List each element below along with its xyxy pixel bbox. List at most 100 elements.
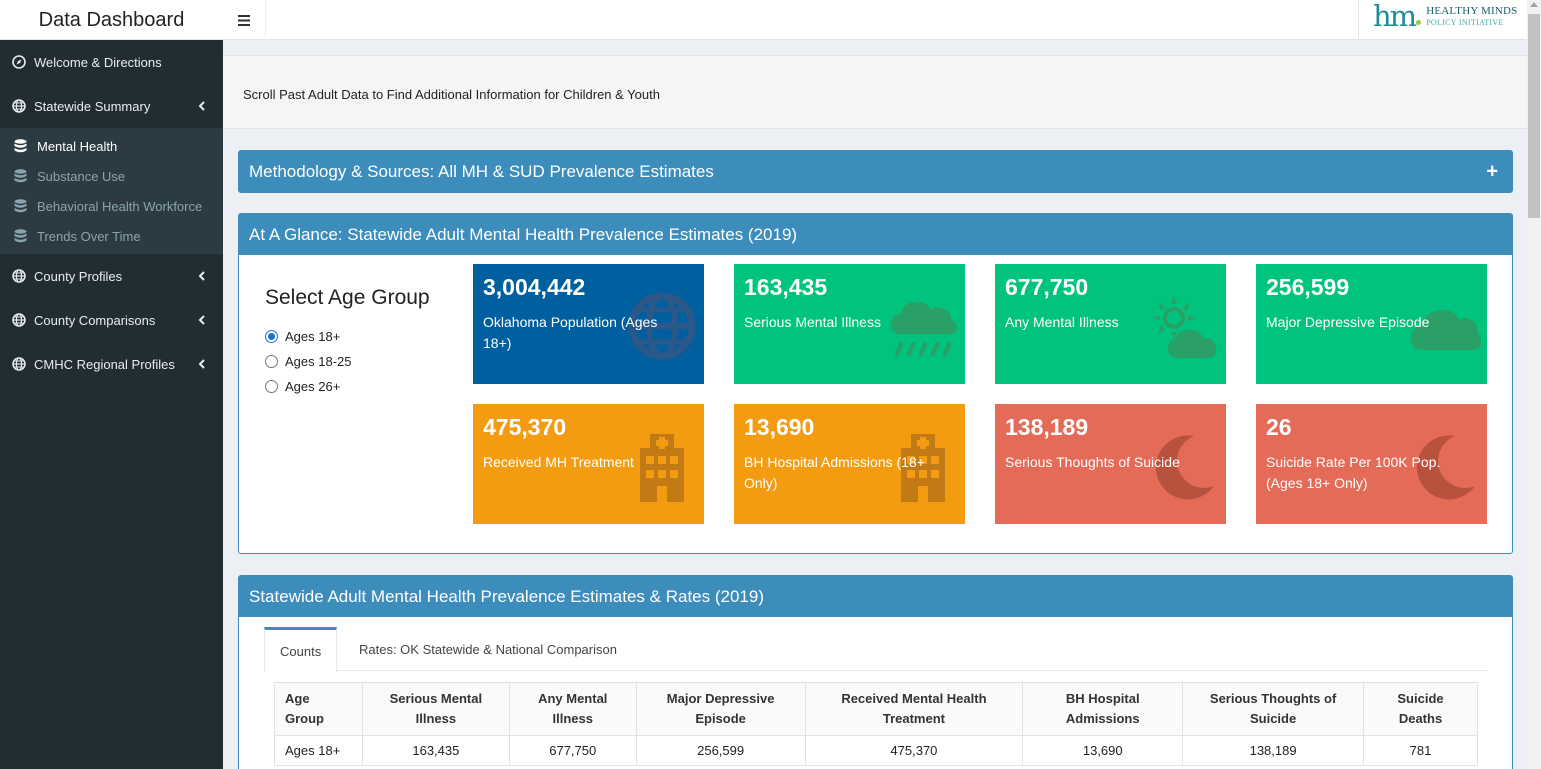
value-box-serious-thoughts-suicide: 138,189 Serious Thoughts of Suicide — [995, 404, 1226, 524]
scroll-up-arrow-icon[interactable] — [1530, 2, 1538, 7]
globe-icon — [12, 357, 26, 371]
top-header: Data Dashboard hm HEALTHY MINDS POLICY I… — [0, 0, 1527, 40]
at-a-glance-box: At A Glance: Statewide Adult Mental Heal… — [238, 213, 1513, 554]
value-box-number: 138,189 — [1005, 414, 1089, 440]
value-box-label: Any Mental Illness — [1005, 314, 1119, 330]
radio-button[interactable] — [265, 355, 278, 368]
at-a-glance-title: At A Glance: Statewide Adult Mental Heal… — [249, 224, 798, 244]
column-header[interactable]: BH Hospital Admissions — [1022, 682, 1184, 736]
table-cell: 138,189 — [1182, 735, 1365, 766]
sidebar-item-mental-health[interactable]: Mental Health — [0, 131, 223, 161]
methodology-header[interactable]: Methodology & Sources: All MH & SUD Prev… — [239, 151, 1512, 192]
value-box-label: Received MH Treatment — [483, 454, 634, 470]
sidebar-item-county-comparisons[interactable]: County Comparisons — [0, 298, 223, 342]
value-box-major-depressive-episode: 256,599 Major Depressive Episode — [1256, 264, 1487, 384]
value-box-received-mh-treatment: 475,370 Received MH Treatment — [473, 404, 704, 524]
statewide-summary-submenu: Mental Health Substance Use Behavioral H… — [0, 128, 223, 254]
globe-icon — [12, 313, 26, 327]
radio-button[interactable] — [265, 380, 278, 393]
column-header[interactable]: Serious Thoughts of Suicide — [1182, 682, 1365, 736]
value-box-label: Serious Mental Illness — [744, 314, 881, 330]
estimates-header: Statewide Adult Mental Health Prevalence… — [239, 576, 1512, 617]
age-option-label: Ages 18+ — [285, 329, 341, 344]
estimates-box: Statewide Adult Mental Health Prevalence… — [238, 575, 1513, 769]
methodology-title: Methodology & Sources: All MH & SUD Prev… — [249, 161, 714, 181]
value-box-number: 677,750 — [1005, 274, 1089, 300]
value-box-any-mental-illness: 677,750 Any Mental Illness — [995, 264, 1226, 384]
tab-rates[interactable]: Rates: OK Statewide & National Compariso… — [359, 627, 617, 671]
age-option-18plus[interactable]: Ages 18+ — [265, 324, 430, 349]
notice-banner: Scroll Past Adult Data to Find Additiona… — [223, 55, 1527, 129]
globe-icon — [12, 269, 26, 283]
sidebar-item-label: County Profiles — [34, 268, 123, 284]
main-content: Scroll Past Adult Data to Find Additiona… — [223, 40, 1527, 769]
estimates-table-wrap: Age Group Serious Mental Illness Any Men… — [274, 682, 1478, 766]
chevron-left-icon — [198, 271, 205, 281]
logo-line2: POLICY INITIATIVE — [1426, 17, 1504, 27]
column-header[interactable]: Any Mental Illness — [508, 682, 637, 736]
compass-icon — [12, 55, 26, 69]
column-header[interactable]: Received Mental Health Treatment — [804, 682, 1024, 736]
value-box-label: Major Depressive Episode — [1266, 314, 1430, 330]
table-cell: 256,599 — [635, 735, 806, 766]
at-a-glance-header: At A Glance: Statewide Adult Mental Heal… — [239, 214, 1512, 255]
healthy-minds-logo[interactable]: hm HEALTHY MINDS POLICY INITIATIVE — [1358, 0, 1527, 40]
table-row: Ages 18+ 163,435 677,750 256,599 475,370… — [274, 735, 1478, 766]
value-box-label: Suicide Rate Per 100K Pop. (Ages 18+ Onl… — [1266, 454, 1441, 491]
value-box-number: 3,004,442 — [483, 274, 586, 300]
sidebar-item-trends[interactable]: Trends Over Time — [0, 221, 223, 251]
column-header[interactable]: Suicide Deaths — [1363, 682, 1478, 736]
value-box-label: BH Hospital Admissions (18+ Only) — [744, 454, 925, 491]
age-group-heading: Select Age Group — [265, 286, 430, 309]
sidebar-item-bh-workforce[interactable]: Behavioral Health Workforce — [0, 191, 223, 221]
logo-text: HEALTHY MINDS POLICY INITIATIVE — [1426, 4, 1518, 27]
age-group-selector: Select Age Group Ages 18+ Ages 18-25 Age… — [265, 286, 430, 399]
database-icon — [14, 229, 27, 243]
sidebar-item-county-profiles[interactable]: County Profiles — [0, 254, 223, 298]
age-option-label: Ages 18-25 — [285, 354, 352, 369]
scrollbar-thumb[interactable] — [1528, 14, 1540, 218]
age-option-26plus[interactable]: Ages 26+ — [265, 374, 430, 399]
sidebar-item-label: Welcome & Directions — [34, 54, 162, 70]
database-icon — [14, 199, 27, 213]
sidebar-item-label: County Comparisons — [34, 312, 156, 328]
page-scrollbar[interactable] — [1527, 0, 1541, 769]
radio-button-checked[interactable] — [265, 330, 278, 343]
expand-plus-icon[interactable]: + — [1486, 160, 1498, 183]
table-cell: 677,750 — [508, 735, 637, 766]
logo-line1: HEALTHY MINDS — [1426, 4, 1518, 17]
column-header[interactable]: Major Depressive Episode — [635, 682, 806, 736]
value-box-number: 475,370 — [483, 414, 567, 440]
sidebar-item-substance-use[interactable]: Substance Use — [0, 161, 223, 191]
value-box-population: 3,004,442 Oklahoma Population (Ages 18+) — [473, 264, 704, 384]
value-box-number: 26 — [1266, 414, 1292, 440]
value-box-bh-hospital-admissions: 13,690 BH Hospital Admissions (18+ Only) — [734, 404, 965, 524]
sidebar-item-welcome[interactable]: Welcome & Directions — [0, 40, 223, 84]
submenu-item-label: Mental Health — [37, 138, 118, 154]
value-box-label: Serious Thoughts of Suicide — [1005, 454, 1180, 470]
age-option-label: Ages 26+ — [285, 379, 341, 394]
logo-dot — [1416, 19, 1422, 25]
table-cell: Ages 18+ — [274, 735, 363, 766]
hamburger-icon — [238, 14, 250, 26]
column-header[interactable]: Age Group — [274, 682, 363, 736]
sidebar-toggle-button[interactable] — [223, 0, 266, 40]
chevron-left-icon — [198, 315, 205, 325]
sidebar-item-cmhc-regional[interactable]: CMHC Regional Profiles — [0, 342, 223, 386]
globe-icon — [12, 99, 26, 113]
sidebar-item-label: Statewide Summary — [34, 98, 151, 114]
chevron-left-icon — [198, 359, 205, 369]
sidebar-item-statewide-summary[interactable]: Statewide Summary — [0, 84, 223, 128]
table-cell: 781 — [1363, 735, 1478, 766]
app-title: Data Dashboard — [38, 8, 185, 31]
database-icon — [14, 169, 27, 183]
value-box-number: 13,690 — [744, 414, 815, 440]
sidebar-item-label: CMHC Regional Profiles — [34, 356, 175, 372]
age-option-18-25[interactable]: Ages 18-25 — [265, 349, 430, 374]
table-cell: 13,690 — [1022, 735, 1184, 766]
submenu-item-label: Behavioral Health Workforce — [37, 198, 203, 214]
submenu-item-label: Substance Use — [37, 168, 126, 184]
table-cell: 163,435 — [361, 735, 510, 766]
tab-counts[interactable]: Counts — [264, 627, 338, 672]
column-header[interactable]: Serious Mental Illness — [361, 682, 510, 736]
